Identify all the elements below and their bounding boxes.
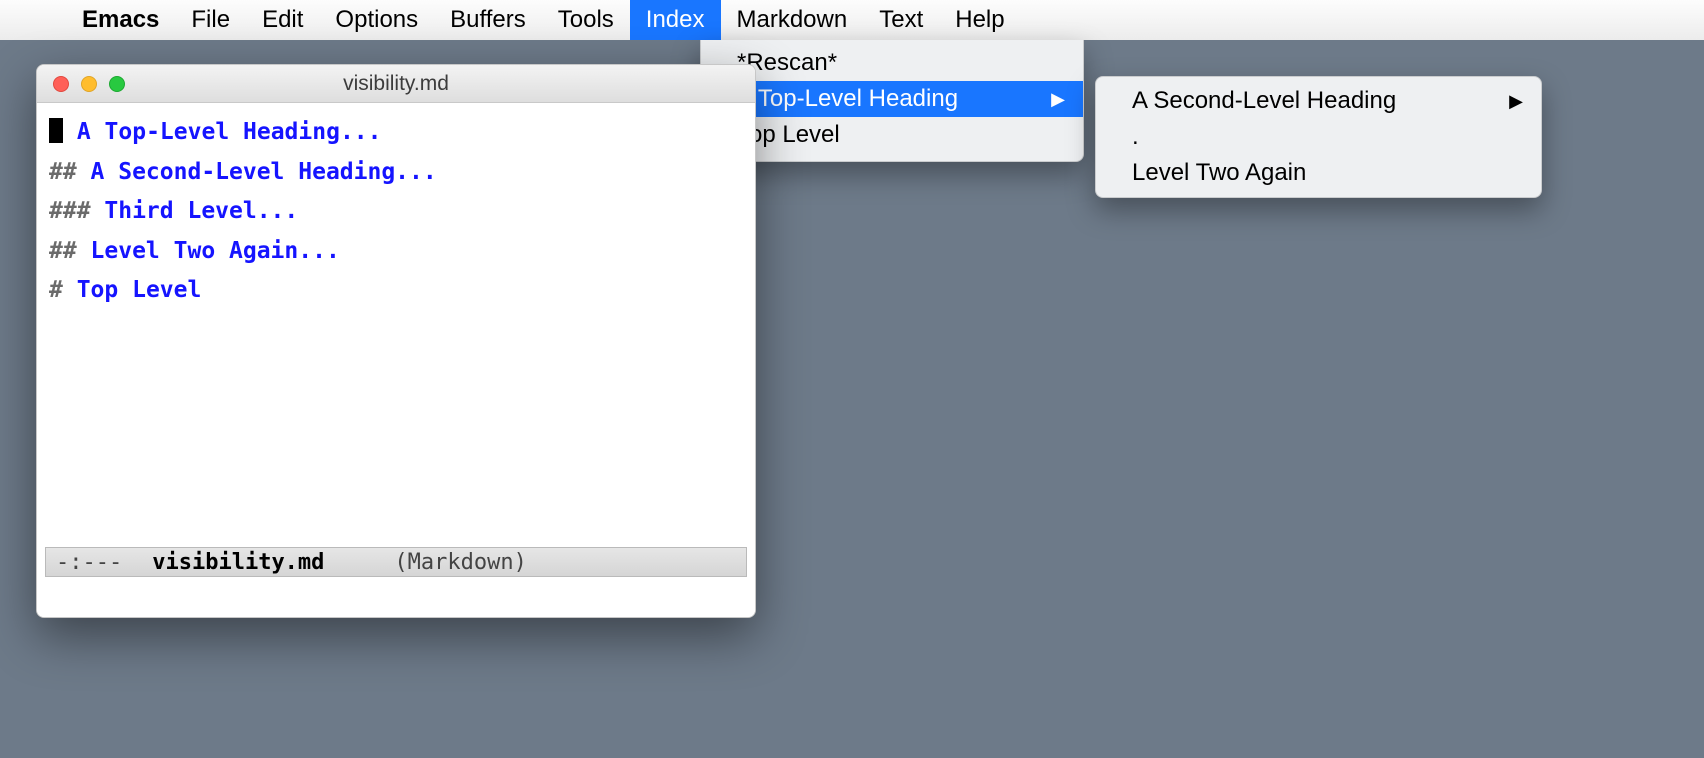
modeline-status: -:--- [56, 550, 122, 575]
submenu-item-dot[interactable]: . [1096, 119, 1541, 155]
buffer-line: ## Level Two Again... [49, 232, 743, 272]
modeline-mode: (Markdown) [394, 550, 526, 575]
index-dropdown: *Rescan* A Top-Level Heading ▶ Top Level [700, 40, 1084, 162]
heading-text: A Top-Level Heading... [63, 119, 382, 145]
modeline-filename: visibility.md [152, 550, 324, 575]
heading-text: A Second-Level Heading... [91, 159, 437, 185]
menu-buffers[interactable]: Buffers [434, 0, 542, 40]
submenu-arrow-icon: ▶ [1051, 89, 1065, 110]
menu-text[interactable]: Text [863, 0, 939, 40]
menu-edit[interactable]: Edit [246, 0, 319, 40]
hash-marker: ### [49, 198, 104, 224]
buffer-line: ### Third Level... [49, 192, 743, 232]
editor-buffer[interactable]: A Top-Level Heading... ## A Second-Level… [37, 103, 755, 311]
submenu-item-level-two-again[interactable]: Level Two Again [1096, 155, 1541, 191]
heading-text: Level Two Again... [91, 238, 340, 264]
emacs-window: visibility.md A Top-Level Heading... ## … [36, 64, 756, 618]
dropdown-label: A Top-Level Heading [737, 85, 958, 113]
heading-text: Top Level [77, 277, 202, 303]
submenu-label: . [1132, 123, 1139, 151]
minibuffer[interactable] [37, 577, 755, 617]
hash-marker: # [49, 277, 77, 303]
menu-tools[interactable]: Tools [542, 0, 630, 40]
menu-help[interactable]: Help [939, 0, 1020, 40]
menubar: Emacs File Edit Options Buffers Tools In… [0, 0, 1704, 40]
submenu-arrow-icon: ▶ [1509, 91, 1523, 112]
dropdown-item-rescan[interactable]: *Rescan* [701, 45, 1083, 81]
heading-text: Third Level... [104, 198, 298, 224]
buffer-line: A Top-Level Heading... [49, 113, 743, 153]
hash-marker: ## [49, 238, 91, 264]
hash-marker: ## [49, 159, 91, 185]
menu-options[interactable]: Options [319, 0, 434, 40]
menu-markdown[interactable]: Markdown [721, 0, 864, 40]
text-cursor [49, 118, 63, 143]
mode-line[interactable]: -:--- visibility.md (Markdown) [45, 547, 747, 577]
submenu-label: A Second-Level Heading [1132, 87, 1396, 115]
index-submenu: A Second-Level Heading ▶ . Level Two Aga… [1095, 76, 1542, 198]
submenu-label: Level Two Again [1132, 159, 1306, 187]
menu-app-emacs[interactable]: Emacs [66, 0, 175, 40]
dropdown-item-top-level-heading[interactable]: A Top-Level Heading ▶ [701, 81, 1083, 117]
menu-index[interactable]: Index [630, 0, 721, 40]
window-title: visibility.md [37, 72, 755, 96]
buffer-line: ## A Second-Level Heading... [49, 153, 743, 193]
titlebar[interactable]: visibility.md [37, 65, 755, 103]
buffer-line: # Top Level [49, 271, 743, 311]
dropdown-item-top-level[interactable]: Top Level [701, 117, 1083, 153]
submenu-item-second-level[interactable]: A Second-Level Heading ▶ [1096, 83, 1541, 119]
menu-file[interactable]: File [175, 0, 246, 40]
